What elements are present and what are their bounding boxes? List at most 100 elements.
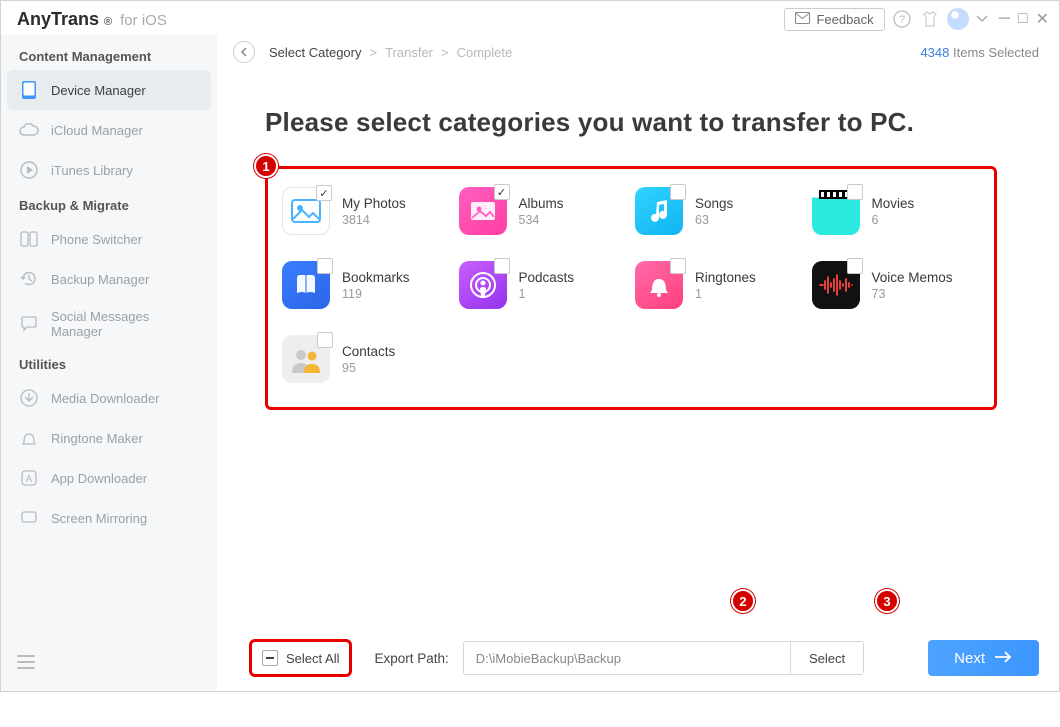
sidebar-item-itunes-library[interactable]: iTunes Library [7, 150, 211, 190]
next-label: Next [954, 650, 985, 667]
category-info: Albums 534 [519, 196, 564, 227]
category-info: Bookmarks 119 [342, 270, 410, 301]
category-checkbox[interactable] [847, 258, 863, 274]
page-title: Please select categories you want to tra… [265, 107, 997, 138]
category-name: Albums [519, 196, 564, 211]
category-count: 63 [695, 213, 733, 227]
breadcrumb-sep: > [441, 45, 449, 60]
avatar-icon[interactable] [947, 8, 969, 30]
category-item[interactable]: Voice Memos 73 [812, 261, 981, 309]
category-checkbox[interactable]: ✓ [494, 184, 510, 200]
svg-text:A: A [26, 474, 33, 485]
category-item[interactable]: Movies 6 [812, 187, 981, 235]
items-selected: 4348 Items Selected [920, 45, 1039, 60]
category-name: Ringtones [695, 270, 756, 285]
category-icon: ✓ [459, 187, 507, 235]
breadcrumb: Select Category > Transfer > Complete [233, 41, 512, 63]
select-all-label: Select All [286, 651, 339, 666]
category-name: Podcasts [519, 270, 575, 285]
category-checkbox[interactable] [847, 184, 863, 200]
sidebar-item-phone-switcher[interactable]: Phone Switcher [7, 219, 211, 259]
category-item[interactable]: Songs 63 [635, 187, 804, 235]
maximize-button[interactable]: □ [1018, 10, 1028, 28]
category-count: 6 [872, 213, 915, 227]
category-info: Ringtones 1 [695, 270, 756, 301]
sidebar-bottom [7, 645, 211, 683]
category-item[interactable]: ✓ My Photos 3814 [282, 187, 451, 235]
sidebar-item-ringtone-maker[interactable]: Ringtone Maker [7, 418, 211, 458]
sidebar-item-label: Media Downloader [51, 391, 199, 406]
sidebar-item-label: iTunes Library [51, 163, 199, 178]
shirt-icon[interactable] [919, 8, 941, 30]
annotation-badge-3: 3 [875, 589, 899, 613]
category-checkbox[interactable] [317, 332, 333, 348]
back-button[interactable] [233, 41, 255, 63]
category-item[interactable]: Bookmarks 119 [282, 261, 451, 309]
category-item[interactable]: ✓ Albums 534 [459, 187, 628, 235]
category-checkbox[interactable]: ✓ [316, 185, 332, 201]
category-item[interactable]: Contacts 95 [282, 335, 451, 383]
select-all-checkbox[interactable] [262, 650, 278, 666]
bottom-bar: Select All Export Path: Select Next 2 3 [249, 639, 1039, 677]
items-suffix: Items Selected [953, 45, 1039, 60]
category-icon [282, 261, 330, 309]
sidebar-item-label: Ringtone Maker [51, 431, 199, 446]
sidebar-item-label: App Downloader [51, 471, 199, 486]
next-button[interactable]: Next [928, 640, 1039, 676]
registered-mark: ® [104, 16, 112, 28]
category-name: Bookmarks [342, 270, 410, 285]
annotation-badge-1: 1 [254, 154, 278, 178]
mirror-icon [19, 508, 39, 528]
close-button[interactable]: ✕ [1036, 9, 1049, 29]
category-selection-box: 1 ✓ My Photos 3814 ✓ Albums 534 Songs 63 [265, 166, 997, 410]
sidebar-item-label: Device Manager [51, 83, 199, 98]
breadcrumb-sep: > [370, 45, 378, 60]
feedback-button[interactable]: Feedback [784, 8, 884, 31]
category-count: 1 [695, 287, 756, 301]
switch-icon [19, 229, 39, 249]
category-icon [282, 335, 330, 383]
category-name: Movies [872, 196, 915, 211]
minimize-button[interactable]: ─ [999, 10, 1010, 28]
sidebar-item-screen-mirroring[interactable]: Screen Mirroring [7, 498, 211, 538]
play-circle-icon [19, 160, 39, 180]
window-controls: ─ □ ✕ [999, 9, 1049, 29]
sidebar-item-backup-manager[interactable]: Backup Manager [7, 259, 211, 299]
export-path-input[interactable] [464, 642, 790, 674]
sidebar-item-label: Screen Mirroring [51, 511, 199, 526]
category-info: Songs 63 [695, 196, 733, 227]
category-count: 95 [342, 361, 395, 375]
category-checkbox[interactable] [670, 258, 686, 274]
category-checkbox[interactable] [670, 184, 686, 200]
category-checkbox[interactable] [494, 258, 510, 274]
category-checkbox[interactable] [317, 258, 333, 274]
sidebar-item-icloud-manager[interactable]: iCloud Manager [7, 110, 211, 150]
sidebar-item-social-messages[interactable]: Social Messages Manager [7, 299, 211, 349]
select-path-button[interactable]: Select [790, 642, 863, 674]
sidebar-section-utilities: Utilities [7, 349, 211, 378]
category-item[interactable]: Ringtones 1 [635, 261, 804, 309]
category-info: Movies 6 [872, 196, 915, 227]
category-name: Contacts [342, 344, 395, 359]
category-count: 119 [342, 287, 410, 301]
export-path-group: Select [463, 641, 864, 675]
category-info: Podcasts 1 [519, 270, 575, 301]
sidebar-item-label: Social Messages Manager [51, 309, 199, 339]
category-name: Voice Memos [872, 270, 953, 285]
history-icon [19, 269, 39, 289]
select-all-button[interactable]: Select All [249, 639, 352, 677]
feedback-label: Feedback [816, 12, 873, 27]
sidebar-item-media-downloader[interactable]: Media Downloader [7, 378, 211, 418]
sidebar-section-content: Content Management [7, 41, 211, 70]
mail-icon [795, 12, 810, 27]
category-item[interactable]: Podcasts 1 [459, 261, 628, 309]
sidebar-item-device-manager[interactable]: Device Manager [7, 70, 211, 110]
category-info: Voice Memos 73 [872, 270, 953, 301]
hamburger-icon[interactable] [17, 655, 35, 669]
help-icon[interactable]: ? [891, 8, 913, 30]
sidebar-item-label: Phone Switcher [51, 232, 199, 247]
chevron-down-icon[interactable] [975, 8, 989, 30]
arrow-right-icon [995, 650, 1013, 667]
breadcrumb-step-1[interactable]: Select Category [269, 45, 362, 60]
sidebar-item-app-downloader[interactable]: A App Downloader [7, 458, 211, 498]
